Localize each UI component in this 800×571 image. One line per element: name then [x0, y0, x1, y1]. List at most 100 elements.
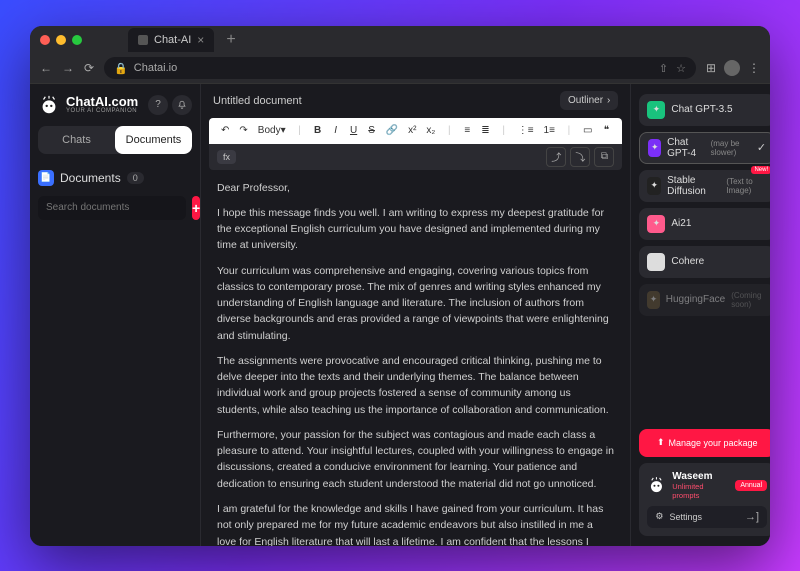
model-option[interactable]: ✦Chat GPT-3.5: [639, 94, 770, 126]
document-body[interactable]: Dear Professor, I hope this message find…: [201, 170, 630, 546]
notifications-button[interactable]: [172, 95, 192, 115]
reload-button[interactable]: ⟳: [84, 61, 94, 75]
link-button[interactable]: 🔗: [382, 123, 402, 138]
user-card: Waseem Unlimited prompts Annual ⚙ Settin…: [639, 463, 770, 536]
favicon-icon: [138, 35, 148, 45]
browser-profile-avatar[interactable]: [724, 60, 740, 76]
model-name: Chat GPT-3.5: [671, 104, 732, 115]
settings-button[interactable]: ⚙ Settings →]: [647, 506, 767, 528]
help-button[interactable]: ?: [148, 95, 168, 115]
model-icon: ✦: [647, 253, 665, 271]
paragraph: Furthermore, your passion for the subjec…: [217, 427, 614, 492]
model-name: Ai21: [671, 218, 691, 229]
documents-label: Documents: [60, 171, 121, 185]
share-icon[interactable]: ⇧: [659, 62, 668, 75]
documents-section-header: 📄 Documents 0: [38, 170, 192, 186]
italic-button[interactable]: I: [328, 123, 344, 138]
download-button[interactable]: ⤵: [570, 147, 590, 167]
window-titlebar: Chat-AI × +: [30, 26, 770, 54]
logout-button[interactable]: →]: [745, 511, 759, 523]
new-badge: New!: [751, 166, 770, 174]
brand-name: ChatAI.com: [66, 95, 138, 108]
model-hint: (may be slower): [711, 139, 751, 157]
secondary-toolbar: fx ⤴ ⤵ ⧉: [209, 144, 622, 170]
strike-button[interactable]: S: [364, 123, 380, 138]
tab-chats[interactable]: Chats: [38, 126, 115, 154]
brand: ChatAI.com YOUR AI COMPANION ?: [38, 94, 192, 116]
model-hint: (Text to Image): [726, 177, 767, 195]
bell-icon: [177, 100, 187, 110]
back-button[interactable]: ←: [40, 61, 52, 75]
bold-button[interactable]: B: [310, 123, 326, 138]
document-title[interactable]: Untitled document: [213, 95, 302, 107]
search-documents-input[interactable]: [38, 196, 186, 220]
undo-button[interactable]: ↶: [217, 123, 233, 138]
outliner-button[interactable]: Outliner ›: [560, 91, 618, 110]
user-avatar-icon: [647, 475, 666, 495]
paragraph: The assignments were provocative and enc…: [217, 353, 614, 418]
address-bar[interactable]: 🔒 Chatai.io ⇧ ☆: [104, 57, 696, 79]
model-option[interactable]: ✦ Ai21: [639, 208, 770, 240]
paragraph: I hope this message finds you well. I am…: [217, 205, 614, 254]
model-option[interactable]: ✦ Chat GPT-4 (may be slower) ✓: [639, 132, 770, 164]
browser-tab[interactable]: Chat-AI ×: [128, 28, 214, 52]
bullet-list-button[interactable]: ⋮≡: [514, 123, 538, 138]
image-button[interactable]: ▭: [579, 123, 596, 138]
model-name: Chat GPT-4: [667, 137, 704, 159]
new-tab-button[interactable]: +: [226, 31, 235, 49]
close-tab-button[interactable]: ×: [197, 33, 204, 47]
brand-logo-icon: [38, 94, 60, 116]
align-center-button[interactable]: ≣: [477, 123, 493, 138]
paragraph: Dear Professor,: [217, 180, 614, 196]
model-icon: ✦: [647, 215, 665, 233]
model-name: Stable Diffusion: [667, 175, 720, 197]
upload-button[interactable]: ⤴: [546, 147, 566, 167]
model-icon: ✦: [647, 177, 661, 195]
numbered-list-button[interactable]: 1≡: [540, 123, 559, 138]
sidebar: ChatAI.com YOUR AI COMPANION ? Chats Doc…: [30, 84, 200, 546]
style-select[interactable]: Body ▾: [254, 123, 290, 138]
redo-button[interactable]: ↷: [235, 123, 251, 138]
plan-badge: Annual: [735, 480, 767, 491]
brand-tagline: YOUR AI COMPANION: [66, 108, 138, 114]
model-hint: (Coming soon): [731, 291, 767, 309]
browser-tab-title: Chat-AI: [154, 34, 191, 46]
format-toolbar: ↶ ↷ Body ▾ | B I U S 🔗 x² x₂ | ≡ ≣ | ⋮≡ …: [209, 118, 622, 144]
chevron-right-icon: ›: [607, 95, 610, 106]
minimize-window-button[interactable]: [56, 35, 66, 45]
documents-icon: 📄: [38, 170, 54, 186]
documents-count: 0: [127, 172, 144, 184]
model-icon: ✦: [648, 139, 661, 157]
package-icon: ⬆: [657, 437, 665, 448]
forward-button[interactable]: →: [62, 61, 74, 75]
user-name: Waseem: [672, 471, 729, 482]
align-left-button[interactable]: ≡: [459, 123, 475, 138]
tab-documents[interactable]: Documents: [115, 126, 192, 154]
superscript-button[interactable]: x²: [404, 123, 420, 138]
manage-package-button[interactable]: ⬆ Manage your package: [639, 429, 770, 457]
gear-icon: ⚙: [655, 511, 663, 522]
model-option[interactable]: ✦ Cohere: [639, 246, 770, 278]
model-option[interactable]: ✦Stable Diffusion (Text to Image)New!: [639, 170, 770, 202]
url-text: Chatai.io: [134, 62, 177, 74]
sidebar-tabs: Chats Documents: [38, 126, 192, 154]
lock-icon: 🔒: [114, 62, 128, 75]
model-option[interactable]: ✦ HuggingFace (Coming soon): [639, 284, 770, 316]
underline-button[interactable]: U: [346, 123, 362, 138]
check-icon: ✓: [757, 141, 766, 154]
maximize-window-button[interactable]: [72, 35, 82, 45]
close-window-button[interactable]: [40, 35, 50, 45]
bookmark-icon[interactable]: ☆: [676, 62, 686, 75]
model-name: Cohere: [671, 256, 704, 267]
model-name: HuggingFace: [666, 294, 725, 305]
add-document-button[interactable]: +: [192, 196, 200, 220]
quote-button[interactable]: ❝: [598, 123, 614, 138]
subscript-button[interactable]: x₂: [422, 123, 439, 138]
browser-menu-icon[interactable]: ⋮: [748, 61, 760, 75]
model-icon: ✦: [647, 291, 659, 309]
extensions-icon[interactable]: ⊞: [706, 61, 716, 75]
copy-button[interactable]: ⧉: [594, 147, 614, 167]
user-sub: Unlimited prompts: [672, 482, 729, 500]
editor-pane: Untitled document Outliner › ↶ ↷ Body ▾ …: [200, 84, 631, 546]
fx-badge[interactable]: fx: [217, 150, 236, 164]
